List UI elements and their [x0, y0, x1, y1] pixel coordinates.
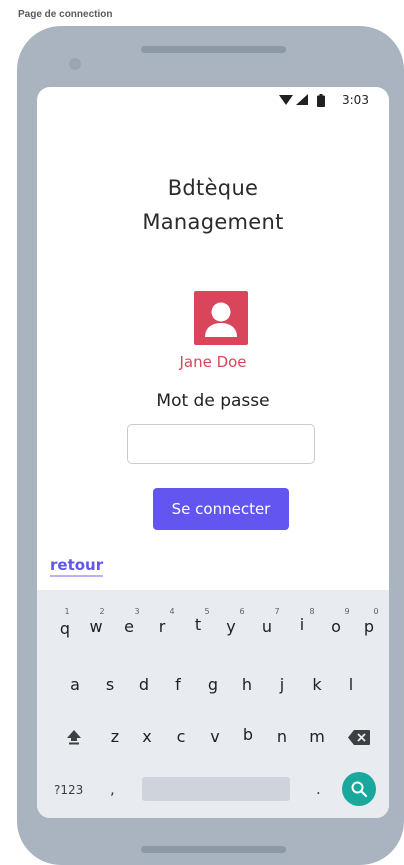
password-field[interactable]	[127, 424, 315, 464]
key-w[interactable]: w	[84, 614, 108, 640]
key-t[interactable]: t	[186, 612, 210, 638]
connect-button[interactable]: Se connecter	[153, 488, 289, 530]
comma-key[interactable]: ,	[110, 780, 115, 798]
keyboard: 1 2 3 4 5 6 7 8 9 0 q w e r t y u i o p …	[37, 590, 389, 818]
key-a[interactable]: a	[63, 672, 87, 698]
wifi-icon	[279, 95, 293, 105]
key-hint-number: 1	[64, 607, 70, 616]
back-link[interactable]: retour	[50, 556, 104, 577]
user-icon	[205, 302, 237, 337]
speaker-grille	[141, 46, 286, 53]
key-e[interactable]: e	[117, 614, 141, 640]
key-u[interactable]: u	[255, 614, 279, 640]
key-v[interactable]: v	[203, 724, 227, 750]
key-z[interactable]: z	[103, 724, 127, 750]
key-m[interactable]: m	[305, 724, 329, 750]
key-l[interactable]: l	[339, 672, 363, 698]
key-x[interactable]: x	[135, 724, 159, 750]
key-s[interactable]: s	[98, 672, 122, 698]
period-key[interactable]: .	[316, 780, 321, 798]
key-h[interactable]: h	[235, 672, 259, 698]
phone-screen: 3:03 Bdtèque Management Jane Doe Mot de …	[37, 87, 389, 818]
key-o[interactable]: o	[324, 614, 348, 640]
key-b[interactable]: b	[236, 722, 260, 748]
search-icon	[351, 781, 368, 798]
status-time: 3:03	[342, 93, 369, 107]
key-i[interactable]: i	[290, 612, 314, 638]
key-q[interactable]: q	[53, 616, 77, 642]
key-f[interactable]: f	[166, 672, 190, 698]
battery-icon	[317, 94, 325, 107]
key-r[interactable]: r	[150, 614, 174, 640]
key-g[interactable]: g	[201, 672, 225, 698]
key-c[interactable]: c	[169, 724, 193, 750]
backspace-icon[interactable]	[348, 730, 370, 745]
password-label: Mot de passe	[156, 391, 270, 411]
key-y[interactable]: y	[219, 614, 243, 640]
user-name: Jane Doe	[179, 353, 247, 371]
app-title: Bdtèque Management	[37, 171, 389, 239]
device-bottom-bar	[141, 846, 286, 853]
frame-label: Page de connection	[18, 9, 113, 20]
key-d[interactable]: d	[132, 672, 156, 698]
app-title-line1: Bdtèque	[167, 176, 259, 200]
app-title-line2: Management	[142, 210, 284, 234]
key-j[interactable]: j	[270, 672, 294, 698]
avatar	[194, 291, 248, 345]
key-n[interactable]: n	[270, 724, 294, 750]
search-button[interactable]	[342, 772, 376, 806]
key-k[interactable]: k	[305, 672, 329, 698]
status-bar: 3:03	[37, 87, 389, 113]
key-p[interactable]: p	[357, 614, 381, 640]
symbols-key[interactable]: ?123	[54, 783, 83, 797]
front-camera	[69, 58, 81, 70]
space-bar[interactable]	[142, 777, 290, 801]
cellular-signal-icon	[296, 94, 308, 105]
shift-icon[interactable]	[66, 729, 82, 745]
